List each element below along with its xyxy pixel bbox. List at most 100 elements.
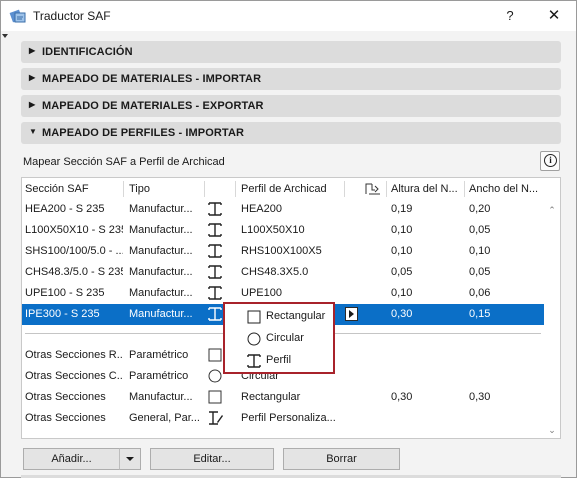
cell-seccion: Otras Secciones R... [25,349,123,361]
close-button[interactable]: ✕ [541,5,567,27]
cell-ancho: 0,05 [469,266,491,278]
cell-tipo: Manufactur... [129,391,193,403]
circle-icon [247,332,261,346]
dialog-window: Traductor SAF ? ✕ ▶ IDENTIFICACIÓN ▶ MAP… [0,0,577,478]
cell-seccion: L100X50X10 - S 235 [25,224,123,236]
scroll-down-arrow-icon[interactable]: ⌄ [547,426,557,435]
cell-ancho: 0,30 [469,391,491,403]
column-separator[interactable] [386,181,387,197]
cell-perfil: UPE100 [241,287,282,299]
cell-seccion: Otras Secciones [25,412,106,424]
header-tipo[interactable]: Tipo [129,183,150,195]
cell-seccion: Otras Secciones C... [25,370,123,382]
cell-tipo: Manufactur... [129,308,193,320]
circle-icon [208,369,222,383]
square-icon [208,390,222,404]
cell-altura: 0,10 [391,287,413,299]
delete-button[interactable]: Borrar [283,448,400,470]
cell-tipo: Manufactur... [129,203,193,215]
i-beam-icon [208,202,222,216]
header-perfil[interactable]: Perfil de Archicad [241,183,327,195]
expand-arrow-icon: ▶ [29,100,36,109]
section-materiales-exportar[interactable]: ▶ MAPEADO DE MATERIALES - EXPORTAR [21,95,561,117]
cell-tipo: Paramétrico [129,370,189,382]
profile-type-popup-menu: Rectangular Circular Perfil [223,302,335,374]
section-identificacion[interactable]: ▶ IDENTIFICACIÓN [21,41,561,63]
column-separator[interactable] [235,181,236,197]
cell-seccion: HEA200 - S 235 [25,203,105,215]
cell-tipo: Manufactur... [129,287,193,299]
collapse-marker-icon [2,34,8,38]
menu-item-label: Circular [266,332,304,344]
section-materiales-importar[interactable]: ▶ MAPEADO DE MATERIALES - IMPORTAR [21,68,561,90]
header-altura[interactable]: Altura del N... [391,183,458,195]
title-bar: Traductor SAF ? ✕ [1,1,576,31]
cell-ancho: 0,20 [469,203,491,215]
section-label: MAPEADO DE MATERIALES - EXPORTAR [42,100,264,112]
square-icon [247,310,261,324]
column-separator[interactable] [344,181,345,197]
info-button[interactable]: i [540,151,560,171]
cell-altura: 0,10 [391,245,413,257]
i-beam-icon [208,265,222,279]
i-beam-icon [208,244,222,258]
table-row[interactable]: Otras Secciones General, Par... Perfil P… [22,408,544,429]
cell-altura: 0,30 [391,391,413,403]
menu-item-label: Rectangular [266,310,326,322]
column-separator[interactable] [123,181,124,197]
cell-seccion: IPE300 - S 235 [25,308,100,320]
cell-perfil: L100X50X10 [241,224,305,236]
window-title: Traductor SAF [33,9,111,23]
cell-ancho: 0,05 [469,224,491,236]
table-row[interactable]: CHS48.3/5.0 - S 235 Manufactur... CHS48.… [22,262,544,283]
header-ancho[interactable]: Ancho del N... [469,183,538,195]
column-separator[interactable] [464,181,465,197]
cell-tipo: Manufactur... [129,266,193,278]
cell-perfil: RHS100X100X5 [241,245,322,257]
cell-perfil: HEA200 [241,203,282,215]
collapse-arrow-icon: ▼ [29,127,37,136]
column-separator[interactable] [204,181,205,197]
cell-tipo: Paramétrico [129,349,189,361]
profile-select-arrow-button[interactable] [345,307,358,321]
i-beam-icon [208,307,222,321]
cell-tipo: General, Par... [129,412,200,424]
cell-perfil: Perfil Personaliza... [241,412,336,424]
cell-seccion: UPE100 - S 235 [25,287,105,299]
menu-item-perfil[interactable]: Perfil [225,350,333,372]
section-perfiles-importar[interactable]: ▼ MAPEADO DE PERFILES - IMPORTAR [21,122,561,144]
cell-ancho: 0,15 [469,308,491,320]
scroll-up-arrow-icon[interactable]: ⌃ [547,206,557,215]
menu-item-rectangular[interactable]: Rectangular [225,306,333,328]
i-beam-icon [247,354,261,368]
header-seccion[interactable]: Sección SAF [25,183,89,195]
cell-ancho: 0,10 [469,245,491,257]
add-button[interactable]: Añadir... [23,448,120,470]
cell-ancho: 0,06 [469,287,491,299]
cell-seccion: CHS48.3/5.0 - S 235 [25,266,123,278]
add-options-dropdown[interactable] [119,448,141,470]
table-row[interactable]: SHS100/100/5.0 - ... Manufactur... RHS10… [22,241,544,262]
help-button[interactable]: ? [497,5,523,27]
info-icon: i [544,154,557,167]
cell-altura: 0,10 [391,224,413,236]
cell-tipo: Manufactur... [129,224,193,236]
panel-subtitle: Mapear Sección SAF a Perfil de Archicad [23,156,225,168]
cell-seccion: Otras Secciones [25,391,106,403]
app-icon [9,9,26,23]
table-row[interactable]: UPE100 - S 235 Manufactur... UPE100 0,10… [22,283,544,304]
menu-item-circular[interactable]: Circular [225,328,333,350]
table-row[interactable]: L100X50X10 - S 235 Manufactur... L100X50… [22,220,544,241]
expand-arrow-icon: ▶ [29,73,36,82]
custom-profile-icon [209,411,223,425]
cell-altura: 0,05 [391,266,413,278]
section-label: IDENTIFICACIÓN [42,46,133,58]
cell-seccion: SHS100/100/5.0 - ... [25,245,123,257]
table-row[interactable]: HEA200 - S 235 Manufactur... HEA200 0,19… [22,199,544,220]
cell-altura: 0,30 [391,308,413,320]
cell-perfil: CHS48.3X5.0 [241,266,309,278]
edit-button[interactable]: Editar... [150,448,274,470]
i-beam-icon [208,286,222,300]
section-label: MAPEADO DE PERFILES - IMPORTAR [42,127,245,139]
table-row[interactable]: Otras Secciones Manufactur... Rectangula… [22,387,544,408]
